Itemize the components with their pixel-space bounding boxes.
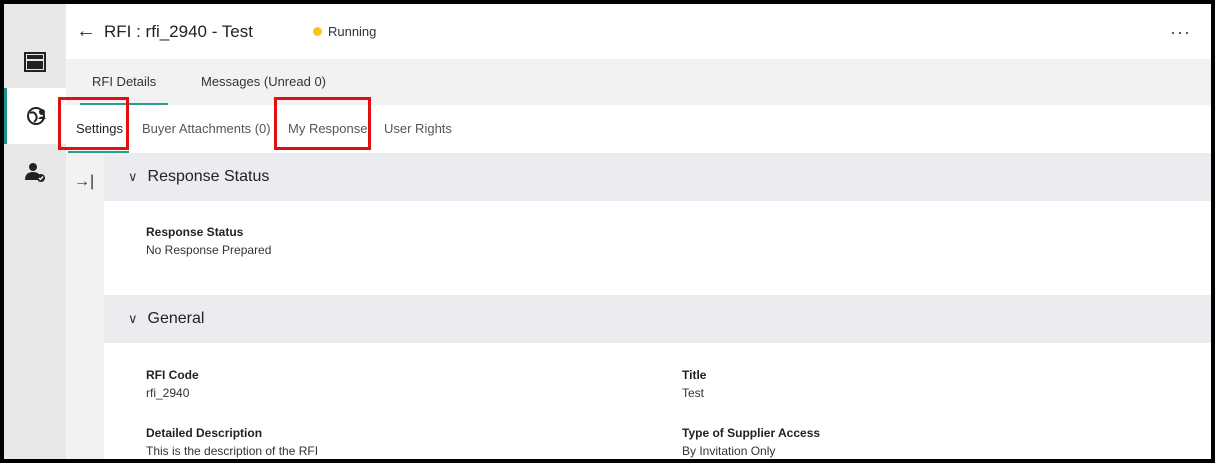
page-title: RFI : rfi_2940 - Test — [104, 21, 253, 41]
status-dot-icon — [312, 27, 322, 36]
field-value: Test — [682, 386, 705, 400]
globe-people-icon — [26, 105, 48, 127]
collapse-panel: →| — [66, 153, 104, 459]
field-label: RFI Code — [146, 368, 199, 382]
field-value: By Invitation Only — [682, 444, 776, 458]
section-header-response-status[interactable]: ∨ Response Status — [104, 153, 1211, 201]
field-label: Title — [682, 368, 707, 382]
field-response-status: Response Status No Response Prepared — [146, 225, 271, 257]
field-label: Detailed Description — [146, 426, 263, 440]
section-title: Response Status — [147, 168, 270, 185]
tab-user-rights[interactable]: User Rights — [384, 105, 452, 153]
field-value: This is the description of the RFI — [146, 444, 319, 458]
content-area: ∨ Response Status Response Status No Res… — [104, 153, 1211, 459]
field-label: Response Status — [146, 225, 244, 239]
back-arrow-icon[interactable]: ← — [76, 20, 96, 43]
more-options-icon[interactable]: ··· — [1170, 22, 1191, 43]
field-title: Title Test — [682, 368, 706, 400]
secondary-tabs: Settings Buyer Attachments (0) My Respon… — [66, 105, 1211, 153]
field-supplier-access: Type of Supplier Access By Invitation On… — [682, 426, 820, 458]
chevron-down-icon: ∨ — [128, 311, 138, 326]
tab-buyer-attachments[interactable]: Buyer Attachments (0) — [142, 105, 271, 153]
rail-item-layout[interactable] — [4, 34, 66, 90]
user-check-icon — [24, 161, 46, 183]
tab-messages[interactable]: Messages (Unread 0) — [201, 59, 326, 105]
chevron-down-icon: ∨ — [128, 169, 138, 184]
section-title: General — [147, 310, 205, 327]
status-label: Running — [327, 24, 377, 39]
section-header-general[interactable]: ∨ General — [104, 295, 1211, 343]
page-header: ← RFI : rfi_2940 - Test Running ··· — [66, 4, 1211, 59]
field-detailed-description: Detailed Description This is the descrip… — [146, 426, 318, 458]
rail-item-user[interactable] — [4, 144, 66, 200]
tab-settings[interactable]: Settings — [68, 105, 129, 153]
tab-rfi-details[interactable]: RFI Details — [80, 59, 169, 105]
primary-tabs: RFI Details Messages (Unread 0) — [66, 59, 1211, 105]
left-rail — [4, 4, 66, 459]
field-value: No Response Prepared — [146, 243, 272, 257]
field-label: Type of Supplier Access — [682, 426, 821, 440]
expand-panel-icon[interactable]: →| — [74, 173, 94, 191]
tab-my-response[interactable]: My Response — [288, 105, 367, 153]
layout-icon — [24, 52, 46, 72]
field-rfi-code: RFI Code rfi_2940 — [146, 368, 199, 400]
app-window: ← RFI : rfi_2940 - Test Running ··· RFI … — [4, 4, 1211, 459]
field-value: rfi_2940 — [146, 386, 190, 400]
status-badge: Running — [312, 24, 377, 39]
rail-item-sourcing[interactable] — [4, 88, 66, 144]
